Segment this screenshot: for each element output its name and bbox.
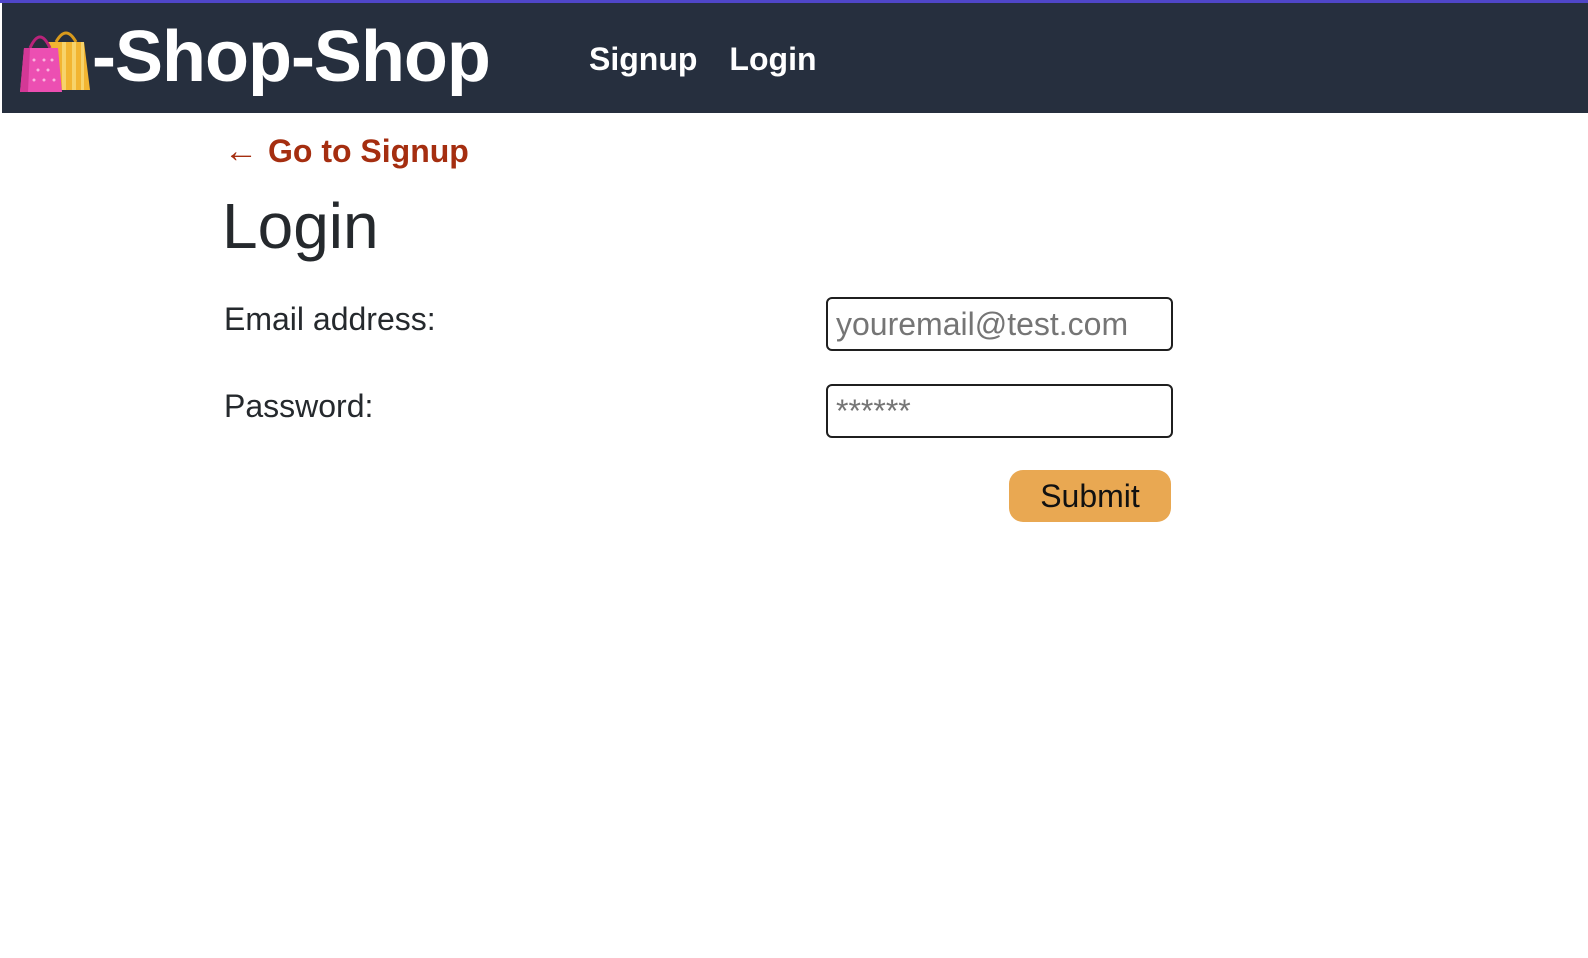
go-to-signup-link[interactable]: ← Go to Signup [224,131,469,171]
nav-login-link[interactable]: Login [729,39,816,79]
password-field[interactable] [826,384,1173,438]
email-field[interactable] [826,297,1173,351]
main-nav: Signup Login [589,39,817,79]
shopping-bags-icon [18,20,92,94]
password-label: Password: [224,388,374,424]
email-label: Email address: [224,301,436,337]
arrow-left-icon: ← [224,132,258,170]
brand-name: -Shop-Shop [92,17,491,97]
brand-link[interactable]: -Shop-Shop [18,17,491,97]
page-title: Login [222,190,379,262]
go-to-signup-label: Go to Signup [268,133,469,169]
nav-signup-link[interactable]: Signup [589,39,697,79]
submit-button[interactable]: Submit [1009,470,1171,522]
site-header: -Shop-Shop Signup Login [2,3,1588,113]
